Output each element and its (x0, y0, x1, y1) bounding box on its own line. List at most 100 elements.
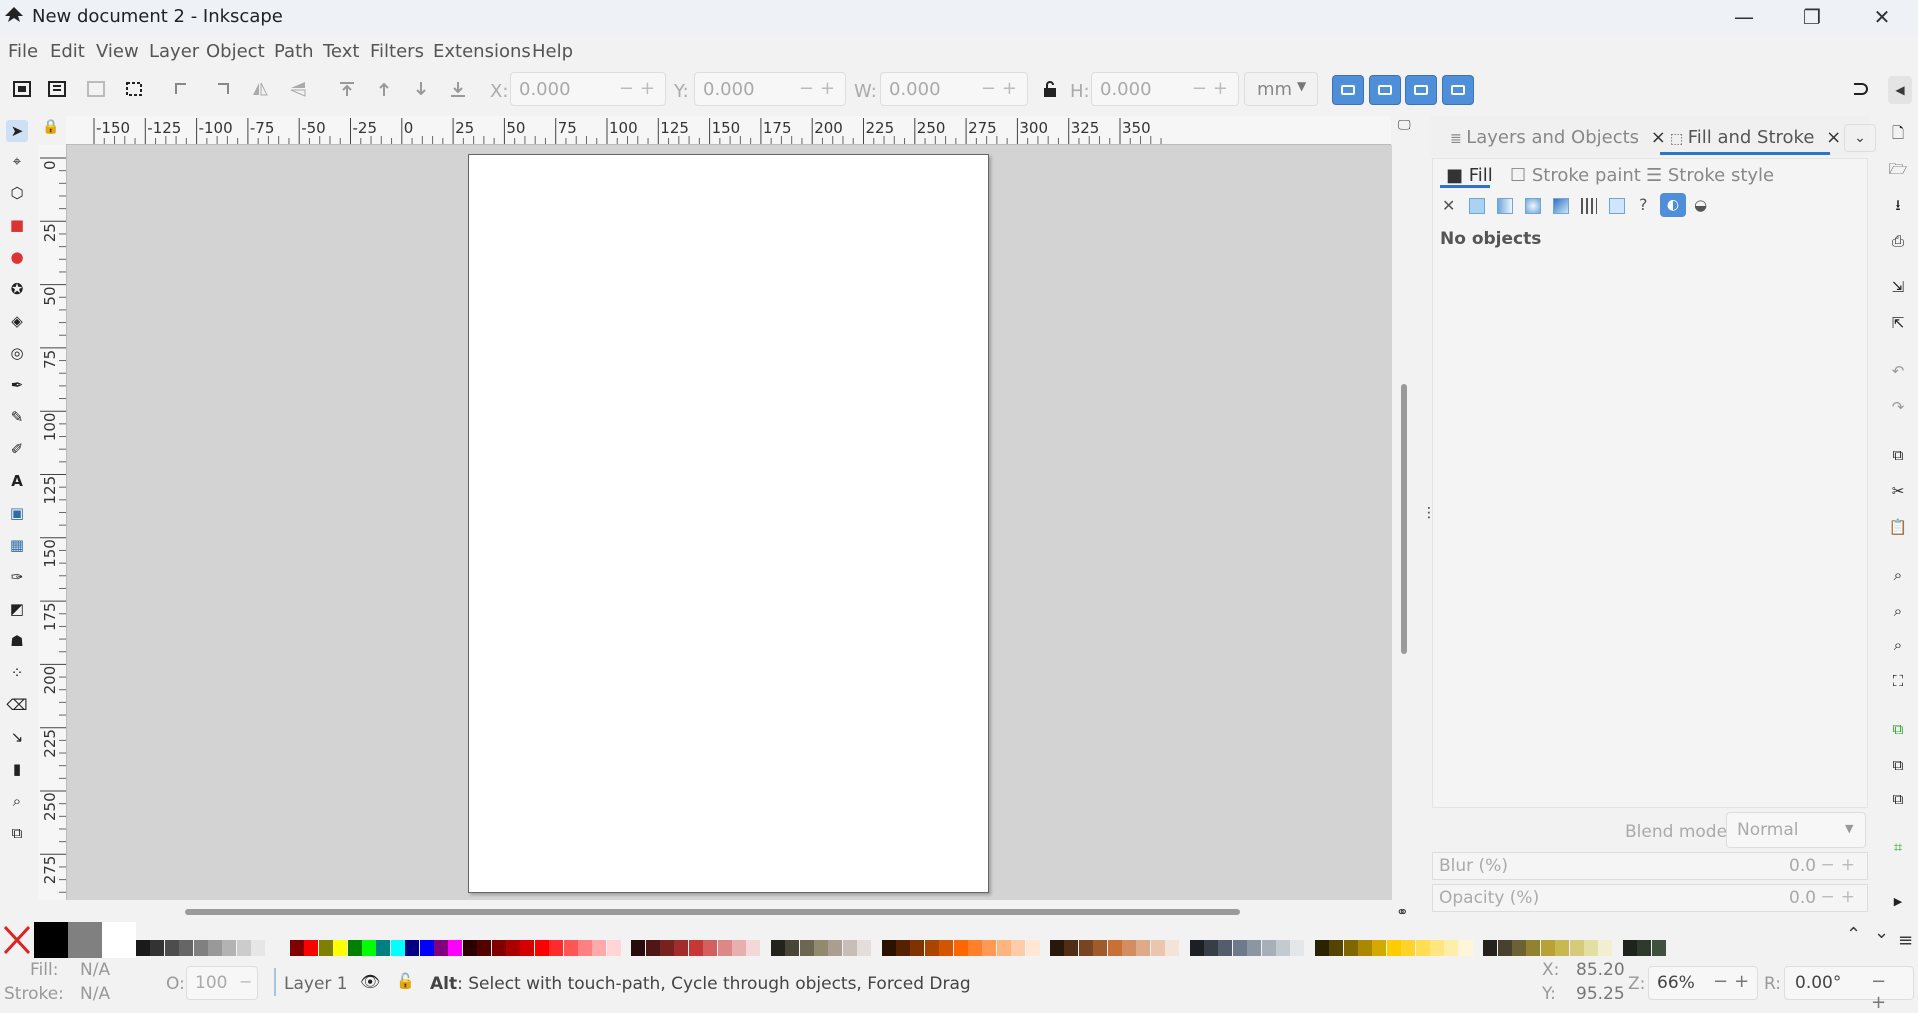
palette-swatch[interactable] (924, 940, 939, 956)
palette-swatch[interactable] (222, 940, 237, 956)
menu-file[interactable]: File (8, 41, 38, 62)
pages-tool-icon[interactable]: ⧉ (6, 822, 28, 844)
rectangle-tool-icon[interactable]: ■ (6, 214, 28, 236)
palette-swatch[interactable] (1050, 940, 1064, 956)
palette-swatch[interactable] (828, 940, 843, 956)
x-stepper[interactable]: −+ (619, 78, 661, 99)
select-all-layers-icon[interactable] (47, 80, 67, 98)
snap-popover-button[interactable]: ◀ (1888, 76, 1912, 104)
raise-icon[interactable] (374, 80, 394, 98)
palette-swatch[interactable] (1025, 940, 1040, 956)
calligraphy-tool-icon[interactable]: ✐ (6, 438, 28, 460)
palette-swatch[interactable] (1093, 940, 1108, 956)
pen-tool-icon[interactable]: ✒ (6, 374, 28, 396)
scale-stroke-button[interactable] (1332, 75, 1364, 105)
restore-button[interactable]: ❐ (1778, 0, 1846, 34)
eraser-tool-icon[interactable]: ⌫ (6, 694, 28, 716)
palette-swatch[interactable] (857, 940, 872, 956)
close-window-button[interactable]: ✕ (1848, 0, 1916, 34)
palette-swatch[interactable] (1622, 940, 1637, 956)
palette-swatch[interactable] (434, 940, 448, 956)
swatch-gray[interactable] (68, 922, 102, 958)
lock-ratio-icon[interactable] (1040, 80, 1060, 98)
duplicate-icon[interactable]: ⧉ (1887, 718, 1909, 740)
move-gradients-button[interactable] (1405, 75, 1437, 105)
y-input[interactable]: 0.000 −+ (694, 72, 846, 106)
palette-swatch[interactable] (1444, 940, 1459, 956)
palette-swatch[interactable] (1165, 940, 1180, 956)
close-tab-icon[interactable]: × (1826, 127, 1841, 148)
palette-swatch[interactable] (333, 940, 348, 956)
palette-swatch[interactable] (1343, 940, 1358, 956)
palette-swatch[interactable] (290, 940, 304, 956)
palette-swatch[interactable] (770, 940, 785, 956)
flat-color-icon[interactable] (1469, 198, 1485, 214)
palette-swatch[interactable] (477, 940, 492, 956)
menu-view[interactable]: View (96, 41, 139, 62)
palette-swatch[interactable] (1261, 940, 1276, 956)
palette-swatch[interactable] (520, 940, 535, 956)
palette-scroll-up-icon[interactable]: ⌃ (1846, 924, 1861, 945)
palette-swatch[interactable] (1107, 940, 1122, 956)
palette-swatch[interactable] (251, 940, 266, 956)
opacity-stepper[interactable]: −+ (1821, 887, 1862, 907)
export-icon[interactable]: ⇱ (1887, 312, 1909, 334)
zoom-stepper[interactable]: −+ (1713, 971, 1755, 992)
menu-path[interactable]: Path (274, 41, 314, 62)
flip-horizontal-icon[interactable] (250, 80, 270, 98)
raise-to-top-icon[interactable] (337, 80, 357, 98)
more-commands-icon[interactable]: ▶ (1887, 890, 1909, 912)
palette-swatch[interactable] (563, 940, 578, 956)
star-tool-icon[interactable]: ✪ (6, 278, 28, 300)
menu-help[interactable]: Help (532, 41, 573, 62)
palette-swatch[interactable] (150, 940, 165, 956)
menu-edit[interactable]: Edit (50, 41, 85, 62)
palette-swatch[interactable] (1064, 940, 1079, 956)
palette-swatch[interactable] (578, 940, 592, 956)
menu-text[interactable]: Text (323, 41, 359, 62)
lower-to-bottom-icon[interactable] (448, 80, 468, 98)
palette-swatch[interactable] (1189, 940, 1204, 956)
opacity-spin-stepper[interactable]: − (239, 972, 252, 991)
palette-menu-icon[interactable]: ≡ (1898, 930, 1913, 951)
scale-corners-button[interactable] (1369, 75, 1401, 105)
palette-swatch[interactable] (674, 940, 689, 956)
palette-swatch[interactable] (1204, 940, 1218, 956)
display-mode-icon[interactable]: 🖵 (1398, 118, 1416, 136)
import-icon[interactable]: ⇲ (1887, 276, 1909, 298)
palette-swatch[interactable] (968, 940, 982, 956)
palette-swatch[interactable] (390, 940, 405, 956)
3d-box-tool-icon[interactable]: ◈ (6, 310, 28, 332)
palette-swatch[interactable] (491, 940, 506, 956)
palette-swatch[interactable] (688, 940, 703, 956)
layer-visibility-icon[interactable]: 👁 (360, 972, 380, 991)
palette-swatch[interactable] (1276, 940, 1290, 956)
palette-swatch[interactable] (136, 940, 150, 956)
palette-swatch[interactable] (996, 940, 1011, 956)
palette-swatch[interactable] (1122, 940, 1136, 956)
zoom-drawing-icon[interactable]: ⌕ (1887, 600, 1909, 622)
zoom-page-icon[interactable]: ⌕ (1887, 634, 1909, 656)
swatch-black[interactable] (34, 922, 68, 958)
redo-icon[interactable]: ↷ (1887, 396, 1909, 418)
blur-stepper[interactable]: −+ (1821, 855, 1862, 875)
palette-swatch[interactable] (1329, 940, 1344, 956)
clone-icon[interactable]: ⧉ (1887, 754, 1909, 776)
palette-swatch[interactable] (1290, 940, 1305, 956)
palette-swatch[interactable] (448, 940, 463, 956)
palette-swatch[interactable] (419, 940, 434, 956)
move-patterns-button[interactable] (1442, 75, 1474, 105)
unset-paint-icon[interactable]: ? (1639, 195, 1648, 214)
blur-field[interactable]: Blur (%) 0.0 −+ (1432, 852, 1868, 880)
palette-swatch[interactable] (1584, 940, 1598, 956)
new-document-icon[interactable]: 🗋 (1887, 124, 1909, 146)
palette-swatch[interactable] (881, 940, 896, 956)
palette-swatch[interactable] (318, 940, 333, 956)
dock-resize-handle[interactable]: ⋮ (1422, 505, 1436, 521)
palette-swatch[interactable] (1401, 940, 1416, 956)
palette-swatch[interactable] (179, 940, 194, 956)
menu-layer[interactable]: Layer (149, 41, 199, 62)
x-input[interactable]: 0.000 −+ (510, 72, 666, 106)
subtab-stroke-paint[interactable]: ☐ Stroke paint (1510, 165, 1641, 186)
layer-lock-icon[interactable]: 🔓 (396, 972, 415, 990)
